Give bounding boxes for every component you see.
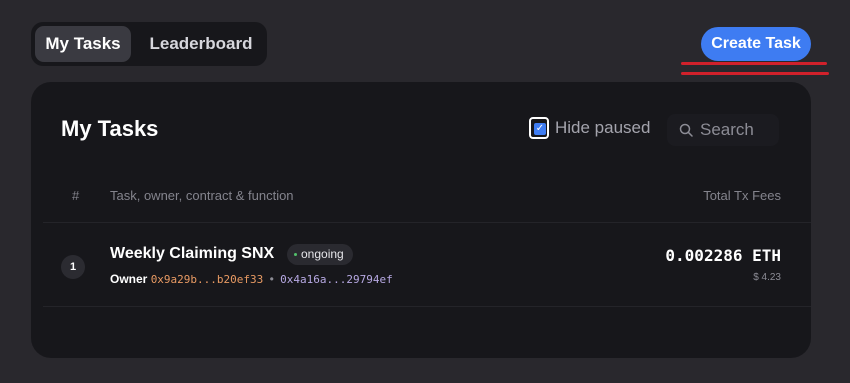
status-text: ongoing xyxy=(301,247,344,261)
hide-paused-label: Hide paused xyxy=(555,118,651,137)
owner-address-link[interactable]: 0x9a29b...b20ef33 xyxy=(151,273,264,286)
row-number-badge: 1 xyxy=(61,255,85,279)
page-title: My Tasks xyxy=(61,116,159,141)
column-header-number: # xyxy=(72,188,80,203)
column-header-fees: Total Tx Fees xyxy=(703,188,781,203)
annotation-underline xyxy=(681,72,829,75)
separator-dot: • xyxy=(269,272,274,286)
check-icon: ✓ xyxy=(535,123,545,134)
table-divider xyxy=(43,222,811,223)
owner-line: Owner 0x9a29b...b20ef33 • 0x4a16a...2979… xyxy=(110,272,393,286)
task-name[interactable]: Weekly Claiming SNX xyxy=(110,245,274,263)
status-badge: ongoing xyxy=(287,244,353,265)
table-divider xyxy=(43,306,811,307)
status-dot-icon xyxy=(294,253,297,256)
tasks-panel: My Tasks ✓ Hide paused # Task, owner, co… xyxy=(31,82,811,358)
total-fee-eth: 0.002286 ETH xyxy=(665,246,781,265)
contract-address-link[interactable]: 0x4a16a...29794ef xyxy=(280,273,393,286)
search-box[interactable] xyxy=(667,114,779,146)
column-header-task: Task, owner, contract & function xyxy=(110,188,294,203)
search-input[interactable] xyxy=(700,119,776,141)
search-icon xyxy=(679,123,693,137)
create-task-button[interactable]: Create Task xyxy=(701,27,811,61)
view-tabs: My Tasks Leaderboard xyxy=(31,22,267,66)
tab-leaderboard[interactable]: Leaderboard xyxy=(139,26,263,62)
hide-paused-checkbox[interactable]: ✓ xyxy=(529,117,549,139)
annotation-underline xyxy=(681,62,827,65)
tab-my-tasks[interactable]: My Tasks xyxy=(35,26,131,62)
total-fee-usd: $ 4.23 xyxy=(753,272,781,283)
owner-label: Owner xyxy=(110,272,148,286)
